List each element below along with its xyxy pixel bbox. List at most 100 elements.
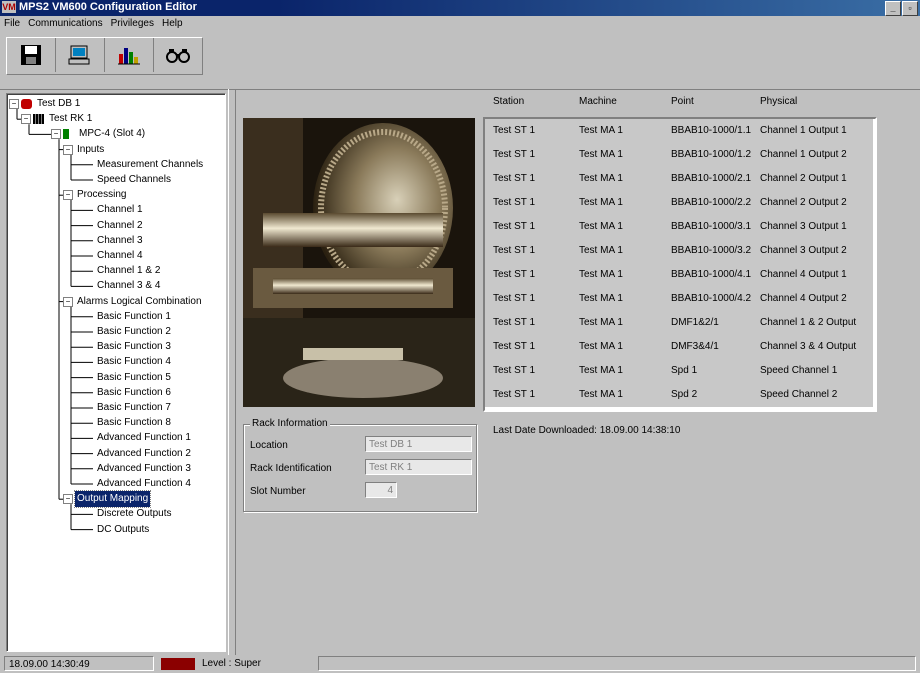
tree-item-label: Advanced Function 1 bbox=[97, 432, 191, 444]
machine-photo bbox=[243, 118, 475, 407]
tree-expander-icon[interactable]: − bbox=[51, 129, 61, 140]
table-row[interactable]: Test ST 1 Test MA 1 BBAB10-1000/4.2 Channel… bbox=[485, 287, 873, 311]
last-download-value: 18.09.00 14:38:10 bbox=[599, 425, 681, 436]
table-cell: DMF3&4/1 bbox=[671, 341, 719, 352]
minimize-button[interactable]: _ bbox=[885, 1, 901, 16]
table-row[interactable]: Test ST 1 Test MA 1 BBAB10-1000/1.1 Channel… bbox=[485, 119, 873, 143]
table-cell: BBAB10-1000/3.2 bbox=[671, 245, 752, 256]
table-cell: Channel 3 Output 2 bbox=[760, 245, 847, 256]
tree-item-label: Channel 3 bbox=[97, 234, 143, 246]
restore-button[interactable]: ▫ bbox=[902, 1, 918, 16]
table-cell: Channel 2 Output 2 bbox=[760, 197, 847, 208]
output-mapping-table[interactable]: Test ST 1 Test MA 1 BBAB10-1000/1.1 Channel… bbox=[483, 117, 877, 412]
tree-item-label: Basic Function 2 bbox=[97, 326, 171, 337]
tree-item-label: Discrete Outputs bbox=[97, 508, 172, 520]
tree-expander-icon[interactable]: − bbox=[21, 114, 31, 125]
rack-id-field[interactable]: Test RK 1 bbox=[365, 459, 472, 475]
table-cell: Test MA 1 bbox=[579, 173, 623, 184]
tree-expander-icon[interactable]: − bbox=[63, 144, 73, 155]
table-row[interactable]: Test ST 1 Test MA 1 BBAB10-1000/4.1 Channel… bbox=[485, 263, 873, 287]
tree-item-label: Output Mapping bbox=[73, 490, 152, 509]
last-download-label: Last Date Downloaded: bbox=[493, 425, 597, 436]
tree-item-label: Advanced Function 3 bbox=[97, 462, 191, 474]
table-cell: Channel 4 Output 2 bbox=[760, 293, 847, 304]
pane-splitter[interactable] bbox=[228, 89, 236, 655]
tree-item-label: Measurement Channels bbox=[97, 158, 204, 170]
table-cell: Channel 3 & 4 Output bbox=[760, 341, 857, 352]
table-cell: Test ST 1 bbox=[493, 341, 536, 352]
status-message bbox=[318, 656, 916, 671]
table-row[interactable]: Test ST 1 Test MA 1 BBAB10-1000/2.2 Channel… bbox=[485, 191, 873, 215]
table-cell: Test ST 1 bbox=[493, 125, 536, 136]
status-time: 18.09.00 14:30:49 bbox=[4, 656, 154, 671]
menu-privileges[interactable]: Privileges bbox=[111, 18, 154, 29]
table-cell: Channel 4 Output 1 bbox=[760, 269, 847, 280]
table-cell: BBAB10-1000/2.1 bbox=[671, 173, 752, 184]
location-field[interactable]: Test DB 1 bbox=[365, 436, 472, 452]
rack-information-group: Rack Information Location Test DB 1 Rack… bbox=[243, 418, 477, 512]
column-header[interactable]: Station bbox=[493, 96, 524, 110]
table-cell: Channel 1 & 2 Output bbox=[760, 317, 857, 328]
menu-communications[interactable]: Communications bbox=[28, 18, 102, 29]
table-row[interactable]: Test ST 1 Test MA 1 Spd 1 Speed Channel 1 bbox=[485, 359, 873, 383]
table-cell: Test MA 1 bbox=[579, 389, 623, 400]
table-cell: Test MA 1 bbox=[579, 365, 623, 376]
tree-item-label: MPC-4 (Slot 4) bbox=[79, 128, 146, 140]
table-cell: Test ST 1 bbox=[493, 269, 536, 280]
configuration-tree[interactable]: − Test DB 1− Test RK 1− MPC-4 (Slot 4) − Inpu… bbox=[6, 93, 226, 652]
rack-information-title: Rack Information bbox=[250, 418, 330, 429]
save-button[interactable] bbox=[7, 38, 56, 72]
table-cell: Speed Channel 1 bbox=[760, 365, 838, 376]
tree-item-label: DC Outputs bbox=[97, 523, 150, 535]
column-header[interactable]: Point bbox=[671, 96, 694, 110]
table-cell: Spd 1 bbox=[671, 365, 698, 376]
chart-icon bbox=[118, 48, 140, 65]
tree-expander-icon[interactable]: − bbox=[63, 190, 73, 201]
status-indicator bbox=[161, 658, 195, 670]
table-cell: Test ST 1 bbox=[493, 293, 536, 304]
column-header[interactable]: Physical bbox=[760, 96, 797, 110]
table-cell: BBAB10-1000/2.2 bbox=[671, 197, 752, 208]
tree-expander-icon[interactable]: − bbox=[63, 494, 73, 505]
table-cell: Test ST 1 bbox=[493, 365, 536, 376]
table-cell: BBAB10-1000/1.1 bbox=[671, 125, 752, 136]
tree-item-label: Inputs bbox=[77, 143, 105, 155]
slot-number-field[interactable]: 4 bbox=[365, 482, 397, 498]
report-button[interactable] bbox=[105, 38, 154, 72]
save-icon bbox=[21, 45, 41, 65]
tree-expander-icon[interactable]: − bbox=[63, 296, 73, 307]
tree-expander-icon[interactable]: − bbox=[9, 99, 19, 109]
tree-item-label: Channel 1 bbox=[97, 204, 143, 216]
table-row[interactable]: Test ST 1 Test MA 1 Spd 2 Speed Channel 2 bbox=[485, 383, 873, 407]
menu-file[interactable]: File bbox=[4, 18, 20, 29]
tree-item-label: Channel 4 bbox=[97, 250, 143, 261]
tree-item-label: Channel 1 & 2 bbox=[97, 265, 161, 277]
table-cell: Test ST 1 bbox=[493, 197, 536, 208]
app-logo-icon: VM bbox=[2, 1, 16, 13]
table-row[interactable]: Test ST 1 Test MA 1 DMF1&2/1 Channel 1 & 2 … bbox=[485, 311, 873, 335]
tree-item-label: Test DB 1 bbox=[37, 98, 81, 109]
table-row[interactable]: Test ST 1 Test MA 1 BBAB10-1000/1.2 Channel… bbox=[485, 143, 873, 167]
connect-button[interactable] bbox=[56, 38, 105, 72]
table-cell: Test MA 1 bbox=[579, 221, 623, 232]
menu-help[interactable]: Help bbox=[162, 18, 183, 29]
tree-item-label: Advanced Function 4 bbox=[97, 478, 191, 489]
table-cell: Test MA 1 bbox=[579, 269, 623, 280]
table-row[interactable]: Test ST 1 Test MA 1 BBAB10-1000/3.1 Channel… bbox=[485, 215, 873, 239]
toolbar bbox=[0, 31, 920, 90]
table-cell: BBAB10-1000/3.1 bbox=[671, 221, 752, 232]
find-button[interactable] bbox=[154, 38, 202, 72]
table-row[interactable]: Test ST 1 Test MA 1 BBAB10-1000/2.1 Channel… bbox=[485, 167, 873, 191]
title-bar: VM MPS2 VM600 Configuration Editor _ ▫ bbox=[0, 0, 920, 16]
table-row[interactable]: Test ST 1 Test MA 1 BBAB10-1000/3.2 Channel… bbox=[485, 239, 873, 263]
card-icon bbox=[63, 129, 69, 140]
tree-item-label: Basic Function 4 bbox=[97, 356, 171, 368]
slot-number-label: Slot Number bbox=[250, 486, 306, 497]
table-cell: Test ST 1 bbox=[493, 389, 536, 400]
tree-item-label: Basic Function 1 bbox=[97, 310, 171, 322]
table-row[interactable]: Test ST 1 Test MA 1 DMF3&4/1 Channel 3 & 4 … bbox=[485, 335, 873, 359]
column-header[interactable]: Machine bbox=[579, 96, 617, 110]
table-cell: Test ST 1 bbox=[493, 317, 536, 328]
table-cell: Channel 3 Output 1 bbox=[760, 221, 847, 232]
status-bar: 18.09.00 14:30:49 Level : Super bbox=[0, 655, 920, 673]
